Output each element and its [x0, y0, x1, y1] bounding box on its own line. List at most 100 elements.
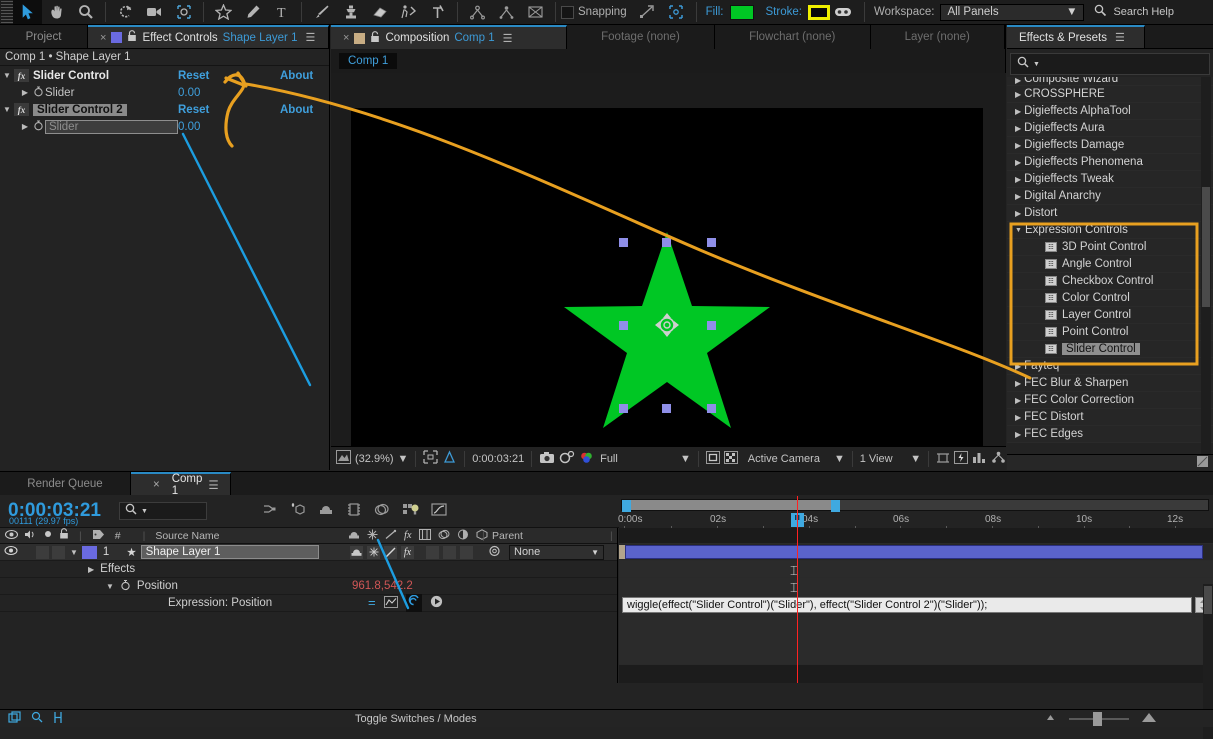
tab-footage[interactable]: Footage (none) — [567, 25, 715, 49]
close-icon-timeline[interactable]: × — [153, 479, 160, 491]
timeline-search-input[interactable]: ▼ — [118, 502, 207, 520]
transparency-checker-icon[interactable] — [723, 450, 738, 467]
layer-duration-bar[interactable] — [625, 545, 1203, 559]
expression-pickwhip-icon[interactable] — [405, 594, 422, 612]
lock-icon[interactable] — [127, 30, 137, 45]
hide-shy-layers-icon[interactable] — [318, 502, 334, 520]
zoom-in-icon[interactable] — [1141, 712, 1157, 726]
view-axis-icon[interactable] — [521, 0, 550, 24]
close-icon-comp[interactable]: × — [343, 32, 349, 44]
comp-flowchart-icon[interactable] — [991, 451, 1006, 467]
timeline-property-row-position[interactable]: ▼ Position 961.8,542.2 — [0, 578, 617, 595]
roto-brush-tool[interactable] — [394, 0, 423, 24]
layer-shy-switch[interactable] — [350, 545, 363, 559]
work-area-end-handle[interactable] — [831, 500, 840, 512]
brainstorm-icon[interactable] — [402, 502, 419, 520]
list-item-digieffects-phenomena[interactable]: ▶ Digieffects Phenomena — [1007, 154, 1213, 171]
snapshot-icon[interactable] — [539, 451, 555, 467]
chevron-right-icon[interactable]: ▶ — [1015, 90, 1021, 99]
property-name-editbox[interactable]: Slider — [45, 119, 178, 134]
column-number-header[interactable]: # — [115, 530, 121, 542]
timeline-panel-menu-icon[interactable]: ☰ — [208, 478, 218, 492]
work-area-active[interactable] — [628, 500, 838, 510]
list-item-angle-control[interactable]: ☷ Angle Control — [1007, 256, 1213, 273]
local-axis-icon[interactable] — [463, 0, 492, 24]
list-item-checkbox-control[interactable]: ☷ Checkbox Control — [1007, 273, 1213, 290]
list-item-fec-edges[interactable]: ▶ FEC Edges — [1007, 426, 1213, 443]
layer-video-toggle[interactable] — [4, 545, 18, 559]
zoom-chevron-icon[interactable]: ▼ — [398, 453, 409, 465]
about-link-2[interactable]: About — [280, 104, 313, 116]
chevron-right-icon[interactable]: ▶ — [1015, 379, 1021, 388]
timeline-ruler[interactable]: 0:00s 02s 04s 06s 08s 10s 12s — [618, 496, 1213, 531]
chevron-right-icon[interactable]: ▶ — [1015, 209, 1021, 218]
pixel-aspect-correction-icon[interactable] — [936, 451, 950, 467]
property-disclosure-icon[interactable]: ▶ — [18, 88, 32, 97]
timeline-zoom-slider[interactable] — [1000, 711, 1200, 726]
chevron-right-icon[interactable]: ▶ — [1015, 396, 1021, 405]
world-axis-icon[interactable] — [492, 0, 521, 24]
property-value[interactable]: 0.00 — [178, 87, 200, 99]
clone-stamp-tool[interactable] — [336, 0, 365, 24]
timeline-graph-area[interactable]: 0:00s 02s 04s 06s 08s 10s 12s ⌶ ⌶ wiggle… — [618, 496, 1213, 683]
list-item-crossphere[interactable]: ▶ CROSSPHERE — [1007, 86, 1213, 103]
search-dropdown-icon-timeline[interactable]: ▼ — [141, 508, 148, 515]
timeline-property-row-effects[interactable]: ▶ Effects — [0, 561, 617, 578]
expression-enable-icon[interactable]: = — [368, 596, 376, 609]
chevron-right-icon[interactable]: ▶ — [1015, 77, 1021, 85]
stroke-width-icon[interactable] — [830, 0, 859, 24]
scrollbar-thumb[interactable] — [1202, 187, 1210, 307]
timeline-track-effects[interactable]: ⌶ — [619, 561, 1213, 578]
effects-panel-menu-icon[interactable]: ☰ — [1115, 31, 1125, 44]
work-area-start-handle[interactable] — [622, 500, 631, 512]
zoom-tool[interactable] — [71, 0, 100, 24]
about-link[interactable]: About — [280, 70, 313, 82]
chevron-right-icon[interactable]: ▶ — [1015, 413, 1021, 422]
position-disclosure-icon[interactable]: ▼ — [106, 582, 114, 591]
show-snapshot-icon[interactable] — [559, 450, 575, 467]
type-tool[interactable]: T — [267, 0, 296, 24]
puppet-pin-tool[interactable] — [423, 0, 452, 24]
selection-tool[interactable] — [13, 0, 42, 24]
chevron-down-icon[interactable]: ▼ — [1015, 227, 1022, 234]
list-item-fec-distort[interactable]: ▶ FEC Distort — [1007, 409, 1213, 426]
composition-canvas[interactable] — [351, 108, 983, 463]
fit-icon[interactable] — [336, 450, 351, 467]
layer-label-color[interactable] — [81, 545, 97, 559]
layer-frame-blend-switch[interactable] — [426, 545, 439, 559]
stroke-color-swatch[interactable] — [807, 4, 830, 20]
layer-collapse-switch[interactable] — [367, 545, 380, 559]
tab-render-queue[interactable]: Render Queue — [0, 472, 131, 495]
list-item-fec-blur-sharpen[interactable]: ▶ FEC Blur & Sharpen — [1007, 375, 1213, 392]
shape-tool[interactable] — [209, 0, 238, 24]
stopwatch-icon[interactable] — [32, 86, 45, 100]
views-chevron-icon[interactable]: ▼ — [910, 453, 921, 465]
tab-effects-presets[interactable]: Effects & Presets ☰ — [1007, 25, 1145, 48]
chevron-right-icon[interactable]: ▶ — [1015, 362, 1021, 371]
live-update-icon[interactable] — [262, 502, 278, 520]
tab-layer[interactable]: Layer (none) — [870, 25, 1005, 49]
column-source-name-header[interactable]: Source Name — [155, 530, 219, 542]
effect-row-slider-control[interactable]: ▼ fx Slider Control Reset About — [0, 67, 329, 84]
graph-editor-icon[interactable] — [431, 502, 447, 520]
list-item-digital-anarchy[interactable]: ▶ Digital Anarchy — [1007, 188, 1213, 205]
layer-name[interactable]: Shape Layer 1 — [140, 545, 319, 559]
tab-comp-1[interactable]: × Comp 1 ☰ — [131, 472, 231, 497]
comp-parent-icon[interactable] — [30, 711, 44, 727]
property-value-2[interactable]: 0.00 — [178, 121, 200, 133]
list-item-fayteq[interactable]: ▶ Fayteq — [1007, 358, 1213, 375]
fast-previews-icon[interactable] — [953, 450, 968, 467]
zoom-out-icon[interactable] — [1044, 712, 1057, 725]
timeline-property-row-expression[interactable]: Expression: Position = — [0, 594, 617, 612]
position-stopwatch-icon[interactable] — [120, 579, 131, 594]
tab-effect-controls[interactable]: × Effect Controls Shape Layer 1 ☰ — [88, 25, 329, 48]
close-icon[interactable]: × — [100, 32, 106, 44]
chevron-right-icon[interactable]: ▶ — [1015, 430, 1021, 439]
region-of-interest-icon[interactable] — [423, 450, 438, 467]
zoom-slider-track[interactable] — [1068, 711, 1129, 726]
effects-disclosure-icon[interactable]: ▶ — [88, 565, 94, 574]
panel-menu-icon[interactable]: ☰ — [305, 31, 315, 44]
list-item-digieffects-damage[interactable]: ▶ Digieffects Damage — [1007, 137, 1213, 154]
list-item-point-control[interactable]: ☷ Point Control — [1007, 324, 1213, 341]
timeline-track-expression[interactable]: wiggle(effect("Slider Control")("Slider"… — [619, 595, 1213, 617]
